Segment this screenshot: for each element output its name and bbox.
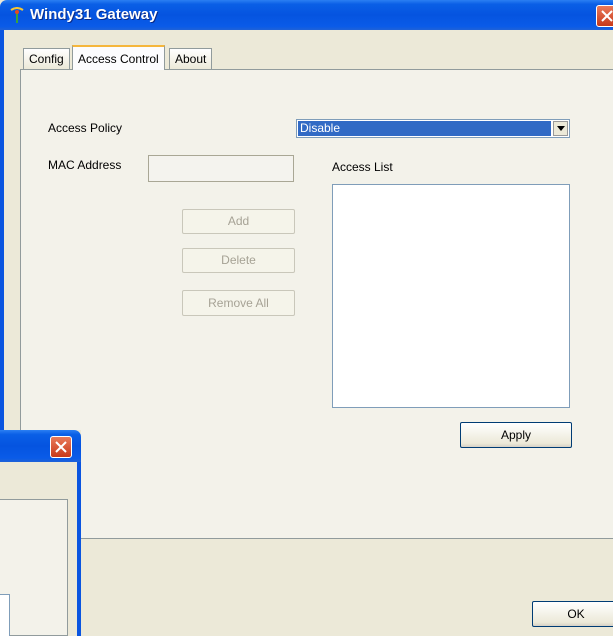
- secondary-close-button[interactable]: [50, 436, 72, 458]
- apply-button-label: Apply: [500, 428, 532, 442]
- antenna-icon: [10, 7, 24, 23]
- remove-all-button-label: Remove All: [208, 296, 269, 310]
- remove-all-button[interactable]: Remove All: [182, 290, 295, 316]
- secondary-panel: [0, 499, 68, 636]
- access-list-label: Access List: [332, 160, 393, 174]
- tab-config-label: Config: [29, 52, 64, 66]
- chevron-down-icon: [557, 126, 565, 131]
- secondary-window: [0, 430, 81, 636]
- window-title: Windy31 Gateway: [30, 6, 158, 23]
- secondary-inner-box: [0, 594, 10, 636]
- tab-about[interactable]: About: [169, 48, 213, 69]
- add-button[interactable]: Add: [182, 209, 295, 234]
- dropdown-arrow-button[interactable]: [553, 121, 568, 136]
- tab-access-control-label: Access Control: [78, 52, 159, 66]
- access-policy-select[interactable]: Disable: [296, 119, 570, 138]
- tab-config[interactable]: Config: [23, 48, 70, 69]
- mac-address-input[interactable]: [148, 155, 294, 182]
- access-policy-label: Access Policy: [48, 121, 123, 135]
- apply-button[interactable]: Apply: [460, 422, 572, 448]
- close-icon: [55, 441, 67, 453]
- mac-address-label: MAC Address: [48, 158, 122, 172]
- tab-access-control[interactable]: Access Control: [72, 45, 165, 70]
- secondary-window-border: [77, 462, 81, 636]
- close-button[interactable]: [596, 5, 613, 27]
- delete-button-label: Delete: [221, 253, 256, 267]
- ok-button-label: OK: [567, 607, 585, 621]
- main-window: Windy31 Gateway Config Access Control Ab…: [0, 0, 613, 636]
- access-policy-value: Disable: [298, 121, 551, 136]
- tab-about-label: About: [175, 52, 207, 66]
- close-icon: [601, 10, 613, 22]
- delete-button[interactable]: Delete: [182, 248, 295, 273]
- ok-button[interactable]: OK: [532, 601, 613, 627]
- access-list[interactable]: [332, 184, 570, 408]
- add-button-label: Add: [227, 214, 250, 228]
- title-bar[interactable]: Windy31 Gateway: [0, 0, 613, 30]
